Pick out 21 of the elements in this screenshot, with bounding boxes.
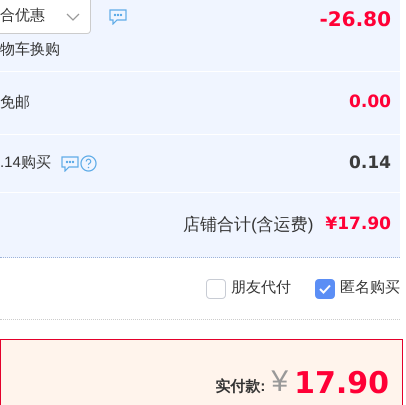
check-icon — [319, 284, 331, 294]
chevron-down-icon — [66, 12, 80, 20]
checkbox[interactable] — [315, 278, 335, 298]
help-icon[interactable] — [80, 155, 97, 172]
checkbox-label: 朋友代付 — [231, 278, 291, 298]
note-text: 物车换购 — [0, 40, 61, 60]
chat-bubble-icon[interactable] — [109, 9, 127, 25]
shipping-amount: 0.00 — [349, 91, 391, 114]
payment-label: 实付款: — [215, 376, 266, 396]
store-total-label: 店铺合计(含运费) — [183, 214, 314, 236]
currency-symbol: ¥ — [271, 364, 288, 400]
discount-amount: -26.80 — [319, 6, 391, 33]
insurance-amount: 0.14 — [349, 152, 391, 175]
discount-dropdown[interactable]: 合优惠 — [0, 0, 91, 34]
chat-bubble-icon[interactable] — [60, 156, 79, 172]
store-total-amount: ¥17.90 — [325, 213, 391, 236]
insurance-label: .14购买 — [0, 153, 51, 174]
shipping-label: 免邮 — [0, 92, 30, 113]
checkbox-label: 匿名购买 — [340, 278, 400, 298]
payment-amount: 17.90 — [294, 365, 389, 403]
checkbox[interactable] — [206, 278, 226, 298]
